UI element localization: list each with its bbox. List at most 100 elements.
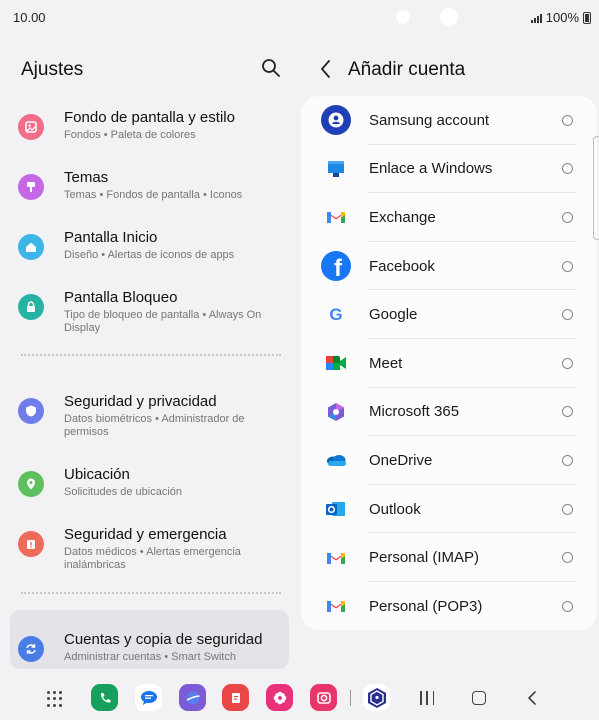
account-option-label: Exchange <box>369 208 436 226</box>
search-button[interactable] <box>260 57 282 79</box>
internet-icon[interactable] <box>179 684 206 711</box>
settings-item-subtitle: Solicitudes de ubicación <box>64 486 183 498</box>
radio-button[interactable] <box>562 114 573 126</box>
outlook-icon <box>321 494 351 524</box>
settings-item[interactable]: Seguridad y emergencia Datos médicos • Al… <box>10 517 289 580</box>
account-option[interactable]: Personal (POP3) <box>301 582 597 631</box>
settings-item-title: Fondo de pantalla y estilo <box>64 109 235 126</box>
app-drawer-button[interactable] <box>47 691 63 707</box>
windows-link-icon <box>321 154 351 184</box>
notes-icon[interactable] <box>222 684 249 711</box>
facebook-icon: f <box>321 251 351 282</box>
radio-button[interactable] <box>562 454 573 466</box>
account-option[interactable]: Meet <box>301 339 597 388</box>
settings-item-subtitle: Administrar cuentas • Smart Switch <box>64 651 236 663</box>
settings-item-subtitle: Tipo de bloqueo de pantalla • Always On … <box>64 309 262 334</box>
settings-item-subtitle: Temas • Fondos de pantalla • Iconos <box>64 189 243 201</box>
shield-icon <box>18 398 44 424</box>
app-dock <box>0 680 599 720</box>
account-option-label: Enlace a Windows <box>369 160 493 178</box>
nav-back-button[interactable] <box>524 690 540 706</box>
account-option[interactable]: Microsoft 365 <box>301 388 597 437</box>
battery-percent: 100% <box>545 10 579 25</box>
account-option-label: Meet <box>369 354 403 372</box>
emergency-icon <box>18 531 44 557</box>
onedrive-icon <box>321 445 351 475</box>
signal-icon <box>530 13 542 23</box>
settings-item[interactable]: Pantalla Bloqueo Tipo de bloqueo de panta… <box>10 280 289 343</box>
radio-button[interactable] <box>562 503 573 515</box>
settings-item[interactable]: Fondo de pantalla y estilo Fondos • Palet… <box>10 100 289 150</box>
dock-divider <box>350 690 351 706</box>
account-option[interactable]: Exchange <box>301 193 597 242</box>
settings-item[interactable]: Ubicación Solicitudes de ubicación <box>10 457 289 507</box>
account-option-label: Personal (IMAP) <box>369 549 480 567</box>
status-time: 10.00 <box>13 10 46 25</box>
account-list: Samsung account Enlace a Windows Exchange f… <box>301 96 597 630</box>
account-option-label: Personal (POP3) <box>369 597 483 615</box>
gallery-icon[interactable] <box>266 684 293 711</box>
radio-button[interactable] <box>562 211 573 223</box>
google-icon: G <box>329 304 343 324</box>
camera-icon[interactable] <box>310 684 337 711</box>
settings-item-title: Ubicación <box>64 466 130 483</box>
radio-button[interactable] <box>562 600 573 612</box>
phone-icon[interactable] <box>91 684 118 711</box>
divider <box>21 592 281 594</box>
wallpaper-icon <box>18 114 44 140</box>
settings-item-text: Pantalla Bloqueo Tipo de bloqueo de panta… <box>64 288 281 335</box>
settings-item[interactable]: Seguridad y privacidad Datos biométricos … <box>10 384 289 447</box>
radio-button[interactable] <box>562 406 573 418</box>
themes-icon <box>18 174 44 200</box>
meet-icon <box>321 348 351 378</box>
home-button[interactable] <box>472 691 486 705</box>
home-icon <box>18 234 44 260</box>
account-option[interactable]: Outlook <box>301 485 597 534</box>
messages-icon[interactable] <box>135 684 162 711</box>
settings-item-text: Fondo de pantalla y estilo Fondos • Palet… <box>64 108 235 142</box>
settings-item-title: Pantalla Bloqueo <box>64 289 178 306</box>
radio-button[interactable] <box>562 163 573 175</box>
account-option-label: Facebook <box>369 257 435 275</box>
settings-item-text: Pantalla Inicio Diseño • Alertas de icono… <box>64 228 234 262</box>
secure-folder-icon[interactable] <box>363 684 390 711</box>
radio-button[interactable] <box>562 552 573 564</box>
account-option[interactable]: Enlace a Windows <box>301 145 597 194</box>
settings-item-subtitle: Datos biométricos • Administrador de per… <box>64 413 245 438</box>
account-option[interactable]: Personal (IMAP) <box>301 533 597 582</box>
gmail-icon <box>321 591 351 621</box>
account-option[interactable]: G Google <box>301 290 597 339</box>
camera-cutout <box>440 8 458 26</box>
page-title: Ajustes <box>21 59 84 80</box>
lock-icon <box>18 294 44 320</box>
chevron-left-icon <box>321 60 330 78</box>
scrollbar[interactable] <box>593 136 599 240</box>
camera-cutout <box>396 10 410 24</box>
account-option-label: Outlook <box>369 500 421 518</box>
battery-icon <box>583 11 591 24</box>
settings-item-text: Seguridad y emergencia Datos médicos • Al… <box>64 525 281 572</box>
settings-item[interactable]: Pantalla Inicio Diseño • Alertas de icono… <box>10 220 289 270</box>
sync-icon <box>18 636 44 662</box>
settings-item-title: Temas <box>64 169 109 186</box>
account-option[interactable]: Samsung account <box>301 96 597 145</box>
settings-item-text: Seguridad y privacidad Datos biométricos … <box>64 392 281 439</box>
settings-item-subtitle: Diseño • Alertas de iconos de apps <box>64 249 235 261</box>
settings-item[interactable]: Cuentas y copia de seguridad Administrar … <box>10 622 289 672</box>
radio-button[interactable] <box>562 309 573 321</box>
panel-title: Añadir cuenta <box>348 59 466 80</box>
account-option-label: OneDrive <box>369 451 433 469</box>
back-button[interactable] <box>316 58 336 80</box>
recent-apps-button[interactable] <box>420 691 434 705</box>
account-option-label: Microsoft 365 <box>369 403 460 421</box>
radio-button[interactable] <box>562 260 573 272</box>
settings-item-subtitle: Datos médicos • Alertas emergencia inalá… <box>64 546 241 571</box>
account-option-label: Samsung account <box>369 111 490 129</box>
settings-item[interactable]: Temas Temas • Fondos de pantalla • Iconos <box>10 160 289 210</box>
radio-button[interactable] <box>562 357 573 369</box>
account-option[interactable]: f Facebook <box>301 242 597 291</box>
back-icon <box>528 691 536 705</box>
account-option-label: Google <box>369 306 418 324</box>
account-option[interactable]: OneDrive <box>301 436 597 485</box>
divider <box>21 354 281 356</box>
